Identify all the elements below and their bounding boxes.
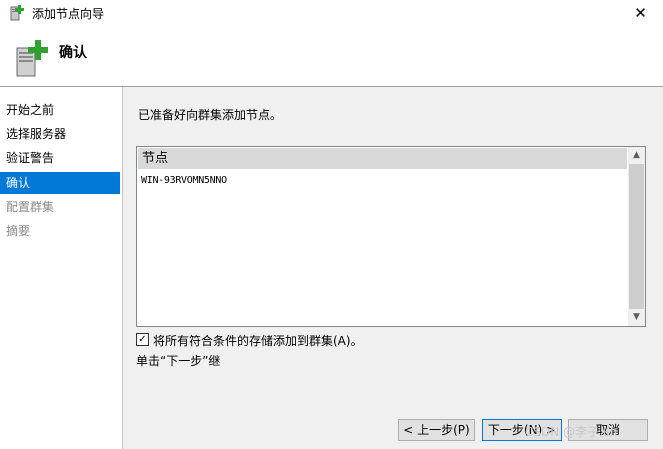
main-content: 已准备好向群集添加节点。 节点 WIN-93RVOMN5NNO ▲ ▼ ✓ 将所… [123, 87, 663, 407]
scroll-down-icon[interactable]: ▼ [628, 309, 645, 326]
list-column-header[interactable]: 节点 [138, 148, 627, 169]
add-storage-checkbox[interactable]: ✓ [136, 333, 149, 346]
sidebar-item-configure-cluster: 配置群集 [6, 200, 55, 214]
sidebar-item-select-servers[interactable]: 选择服务器 [0, 123, 120, 145]
watermark: CSDN @李子 lin [525, 425, 618, 439]
list-item[interactable]: WIN-93RVOMN5NNO [141, 175, 227, 186]
sidebar-item-validation-warning[interactable]: 验证警告 [0, 147, 120, 169]
sidebar-item-confirmation[interactable]: 确认 [0, 172, 120, 194]
server-add-icon [10, 5, 24, 21]
scroll-up-icon[interactable]: ▲ [628, 147, 645, 164]
wizard-header: 确认 [0, 26, 663, 86]
add-storage-label[interactable]: 将所有符合条件的存储添加到群集(A)。 [153, 332, 363, 349]
title-bar: 添加节点向导 ✕ [0, 0, 663, 26]
page-title: 确认 [59, 45, 87, 61]
ready-prompt: 已准备好向群集添加节点。 [138, 108, 283, 122]
next-hint: 单击“下一步”继 [136, 354, 221, 368]
close-button[interactable]: ✕ [618, 0, 663, 26]
vertical-scrollbar[interactable]: ▲ ▼ [628, 147, 645, 326]
sidebar-item-before-you-begin[interactable]: 开始之前 [0, 99, 120, 121]
wizard-steps-sidebar: 开始之前 选择服务器 验证警告 确认 配置群集 摘要 [0, 87, 122, 449]
server-add-icon [16, 40, 48, 77]
sidebar-item-summary: 摘要 [6, 224, 31, 238]
previous-button[interactable]: < 上一步(P) [398, 419, 475, 441]
scroll-thumb[interactable] [629, 164, 644, 309]
window-title: 添加节点向导 [32, 7, 105, 21]
node-list[interactable]: 节点 WIN-93RVOMN5NNO ▲ ▼ [136, 146, 646, 327]
